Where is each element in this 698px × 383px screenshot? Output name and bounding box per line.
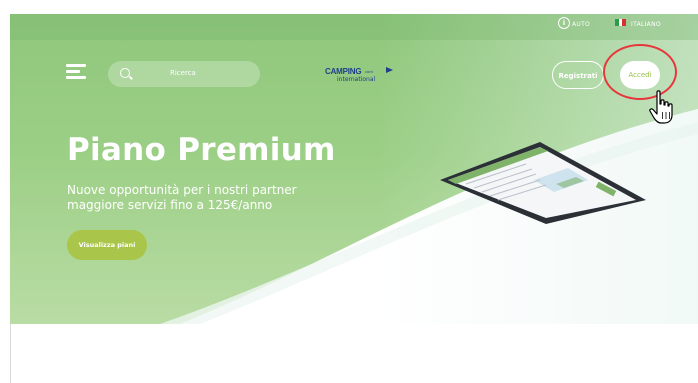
camping-card-logo[interactable]: CAMPING card international xyxy=(322,65,402,87)
hand-cursor-icon xyxy=(649,90,673,124)
logo-main-text: CAMPING xyxy=(325,67,362,76)
hero-subtitle: Nuove opportunità per i nostri partner m… xyxy=(67,183,367,213)
search-icon xyxy=(120,68,130,78)
language-selector[interactable]: ITALIANO xyxy=(631,21,661,28)
hero-subtitle-line-2: maggiore servizi fino a 125€/anno xyxy=(67,198,273,212)
info-icon[interactable]: i xyxy=(558,17,570,29)
logo-sub-text: international xyxy=(337,76,376,83)
register-button[interactable]: Registrati xyxy=(552,61,604,89)
logo-arrow-icon xyxy=(386,67,393,73)
italy-flag-icon[interactable] xyxy=(615,19,627,26)
logo-small-text: card xyxy=(365,70,373,74)
search-placeholder: Ricerca xyxy=(170,69,196,77)
hero-title: Piano Premium xyxy=(67,132,336,168)
page: i AUTO ITALIANO Ricerca CAMPING card int… xyxy=(0,0,698,383)
search-input[interactable]: Ricerca xyxy=(108,61,260,87)
hero-subtitle-line-1: Nuove opportunità per i nostri partner xyxy=(67,183,297,197)
left-border xyxy=(10,324,11,383)
hamburger-menu-icon[interactable] xyxy=(66,64,86,79)
view-plans-button[interactable]: Visualizza piani xyxy=(67,230,147,260)
top-bar xyxy=(10,14,698,40)
tablet-mockup-image xyxy=(440,142,646,224)
auto-link[interactable]: AUTO xyxy=(572,21,590,28)
